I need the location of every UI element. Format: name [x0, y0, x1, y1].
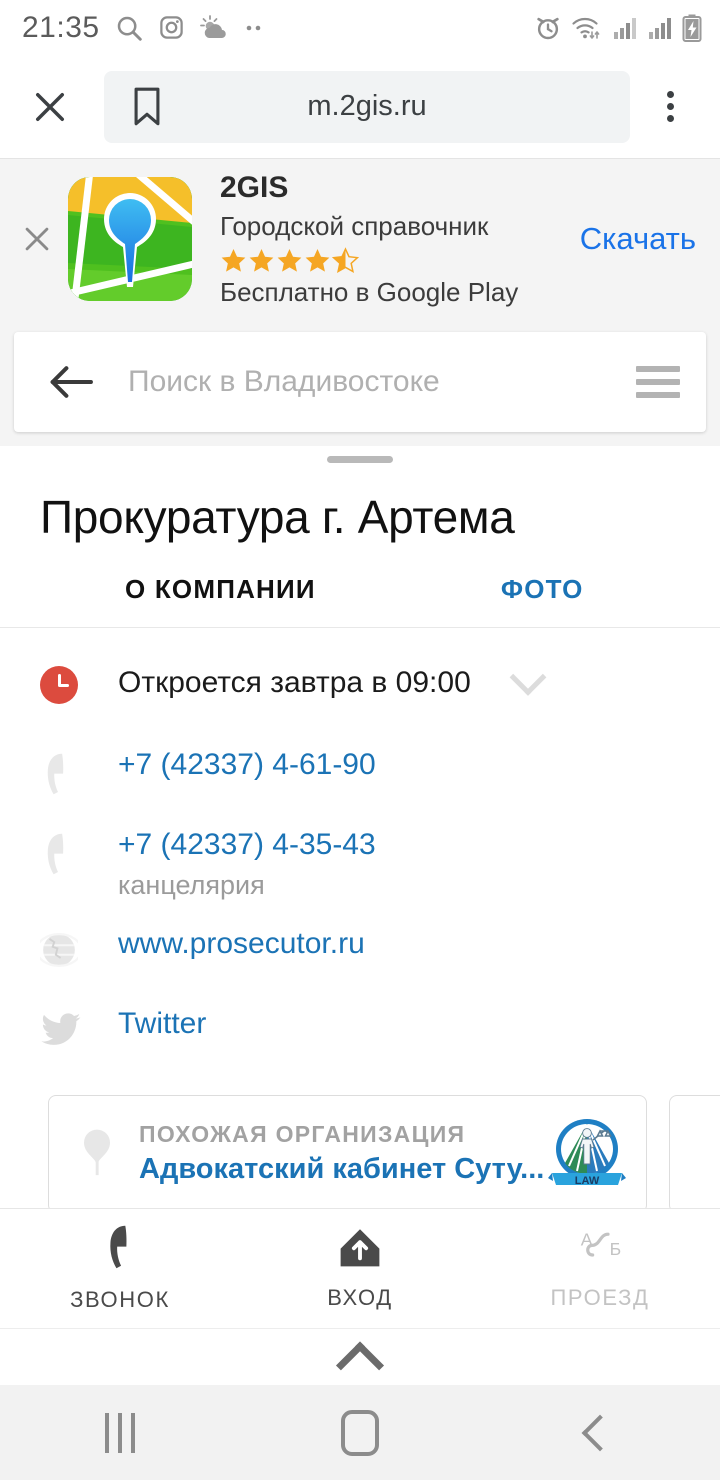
similar-org-logo: LAW	[544, 1111, 630, 1197]
phone-link-1[interactable]: +7 (42337) 4-61-90	[118, 748, 680, 782]
action-route-label: ПРОЕЗД	[550, 1285, 650, 1310]
schedule-row[interactable]: Откроется завтра в 09:00	[0, 628, 720, 722]
website-link[interactable]: www.prosecutor.ru	[118, 927, 680, 961]
tab-photo[interactable]: ФОТО	[501, 574, 584, 605]
sheet-collapse-bar[interactable]	[0, 1328, 720, 1390]
svg-text:Б: Б	[610, 1239, 622, 1259]
action-entrance-label: ВХОД	[327, 1285, 393, 1310]
app-price-line: Бесплатно в Google Play	[220, 276, 519, 307]
similar-org-card-next[interactable]	[669, 1094, 720, 1213]
similar-org-name[interactable]: Адвокатский кабинет Суту...	[139, 1153, 544, 1186]
instagram-icon	[158, 14, 185, 41]
schedule-text: Откроется завтра в 09:00	[118, 665, 471, 699]
info-rows: Откроется завтра в 09:00 +7 (42337) 4-61…	[0, 628, 720, 1069]
address-bar[interactable]: m.2gis.ru	[104, 70, 630, 143]
weather-icon	[199, 14, 229, 42]
action-call[interactable]: ЗВОНОК	[0, 1224, 240, 1313]
app-name: 2GIS	[220, 171, 289, 205]
url-text: m.2gis.ru	[307, 90, 427, 122]
action-bar: ЗВОНОК ВХОД А Б ПРОЕЗД	[0, 1208, 720, 1328]
phone-note-2: канцелярия	[118, 869, 265, 900]
back-button[interactable]	[480, 1414, 720, 1451]
app-install-banner: 2GIS Городской справочник Бесплатно в Go…	[0, 158, 720, 318]
status-bar: 21:35	[0, 0, 720, 55]
banner-close-button[interactable]	[10, 212, 64, 266]
status-time: 21:35	[22, 10, 100, 44]
tab-about[interactable]: О КОМПАНИИ	[125, 574, 316, 605]
map-pin-icon	[75, 1128, 119, 1180]
arrow-left-icon[interactable]	[48, 365, 94, 399]
social-link[interactable]: Twitter	[118, 1007, 680, 1041]
contact-row-website[interactable]: www.prosecutor.ru	[0, 901, 720, 981]
contact-row-phone-2[interactable]: +7 (42337) 4-35-43 канцелярия	[0, 802, 720, 901]
back-icon	[581, 1414, 619, 1451]
action-call-label: ЗВОНОК	[70, 1287, 170, 1312]
signal-icon-2	[647, 15, 673, 41]
banner-text: 2GIS Городской справочник Бесплатно в Go…	[192, 169, 580, 308]
phone-screen: 21:35 m.2gis.ru 2GIS Городской справочни…	[0, 0, 720, 1480]
more-dots-icon	[243, 23, 267, 33]
app-subtitle: Городской справочник	[220, 210, 489, 241]
tab-bar: О КОМПАНИИ ФОТО	[0, 544, 720, 628]
battery-charging-icon	[682, 14, 702, 42]
hamburger-menu-icon[interactable]	[622, 366, 680, 398]
similar-org-card[interactable]: ПОХОЖАЯ ОРГАНИЗАЦИЯ Адвокатский кабинет …	[48, 1094, 648, 1213]
similar-org-kicker: ПОХОЖАЯ ОРГАНИЗАЦИЯ	[139, 1121, 466, 1148]
browser-toolbar: m.2gis.ru	[0, 55, 720, 158]
svg-text:LAW: LAW	[575, 1175, 600, 1187]
similar-org-text: ПОХОЖАЯ ОРГАНИЗАЦИЯ Адвокатский кабинет …	[119, 1121, 544, 1186]
contact-row-phone-1[interactable]: +7 (42337) 4-61-90	[0, 722, 720, 802]
android-navigation-bar	[0, 1385, 720, 1480]
home-button[interactable]	[240, 1409, 480, 1456]
search-bar[interactable]	[14, 332, 706, 432]
route-ab-icon: А Б	[576, 1226, 624, 1273]
search-input[interactable]	[94, 365, 622, 399]
chevron-down-icon[interactable]	[509, 658, 547, 696]
alarm-icon	[534, 14, 562, 42]
home-icon	[341, 1409, 379, 1456]
phone-icon	[40, 828, 108, 876]
twitter-icon	[40, 1007, 108, 1049]
globe-icon	[40, 927, 108, 969]
phone-icon	[102, 1224, 138, 1275]
close-tab-button[interactable]	[22, 79, 78, 135]
wifi-icon	[571, 14, 603, 42]
phone-icon	[40, 748, 108, 796]
entrance-icon	[338, 1226, 382, 1273]
download-button[interactable]: Скачать	[580, 221, 702, 257]
recents-button[interactable]	[0, 1412, 240, 1453]
action-entrance[interactable]: ВХОД	[240, 1226, 480, 1311]
status-bar-left: 21:35	[22, 11, 534, 45]
action-route[interactable]: А Б ПРОЕЗД	[480, 1226, 720, 1311]
search-area	[0, 318, 720, 446]
chevron-up-icon[interactable]	[335, 1341, 385, 1390]
page-title: Прокуратура г. Артема	[40, 491, 515, 543]
search-icon	[114, 13, 144, 43]
recents-icon	[105, 1412, 135, 1453]
sheet-drag-handle[interactable]	[327, 456, 393, 463]
status-bar-right	[534, 14, 702, 42]
signal-icon-1	[612, 15, 638, 41]
clock-icon	[40, 662, 108, 704]
contact-row-social[interactable]: Twitter	[0, 981, 720, 1061]
2gis-app-icon	[68, 176, 192, 301]
org-detail-sheet: Прокуратура г. Артема О КОМПАНИИ ФОТО От…	[0, 456, 720, 1235]
bookmark-icon[interactable]	[130, 87, 164, 127]
overflow-menu-icon[interactable]	[642, 79, 698, 135]
phone-link-2[interactable]: +7 (42337) 4-35-43	[118, 828, 680, 862]
rating-stars	[220, 247, 580, 274]
